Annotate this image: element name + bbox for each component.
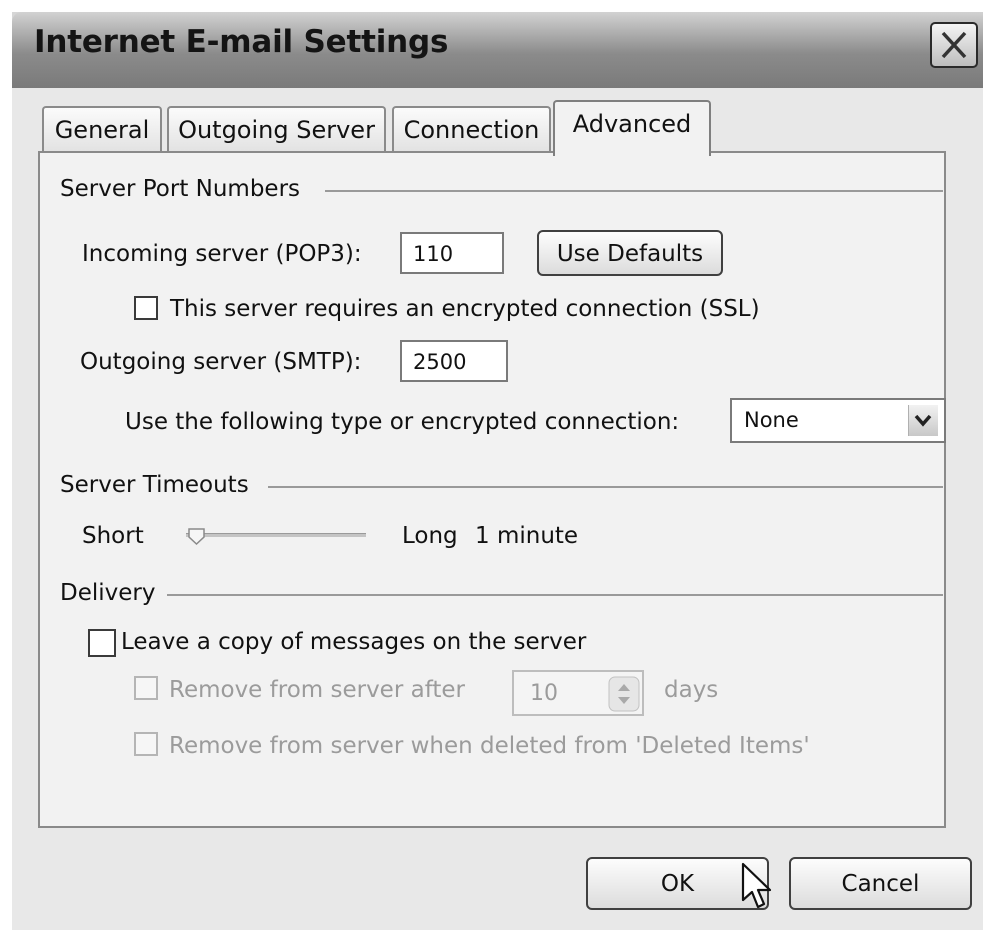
tab-outgoing-server[interactable]: Outgoing Server bbox=[167, 106, 386, 152]
section-divider bbox=[167, 594, 943, 596]
remove-after-days-spinner[interactable]: 10 bbox=[512, 670, 644, 716]
dropdown-button[interactable] bbox=[908, 405, 938, 436]
cancel-button[interactable]: Cancel bbox=[789, 857, 972, 910]
tab-label: Connection bbox=[403, 116, 540, 144]
use-defaults-button[interactable]: Use Defaults bbox=[537, 230, 723, 276]
incoming-port-input[interactable]: 110 bbox=[400, 232, 504, 274]
incoming-server-label: Incoming server (POP3): bbox=[82, 241, 362, 267]
outgoing-port-input[interactable]: 2500 bbox=[400, 340, 508, 382]
encryption-type-label: Use the following type or encrypted conn… bbox=[125, 409, 680, 435]
section-heading-timeouts: Server Timeouts bbox=[60, 472, 249, 498]
window-title: Internet E-mail Settings bbox=[34, 24, 449, 60]
timeout-short-label: Short bbox=[82, 523, 144, 549]
spinner-arrows-icon[interactable] bbox=[608, 676, 640, 712]
section-heading-delivery: Delivery bbox=[60, 580, 156, 606]
tab-connection[interactable]: Connection bbox=[392, 106, 551, 152]
tab-advanced[interactable]: Advanced bbox=[553, 100, 711, 156]
tab-label: General bbox=[54, 116, 150, 144]
remove-after-label: Remove from server after bbox=[169, 677, 466, 703]
leave-copy-label: Leave a copy of messages on the server bbox=[121, 629, 587, 655]
timeout-slider-thumb[interactable] bbox=[187, 526, 209, 548]
chevron-down-icon bbox=[914, 414, 932, 427]
encryption-type-select[interactable]: None bbox=[730, 398, 946, 443]
section-divider bbox=[325, 190, 943, 192]
remove-deleted-label: Remove from server when deleted from 'De… bbox=[169, 733, 810, 759]
close-button[interactable] bbox=[930, 22, 978, 68]
window-frame-left bbox=[0, 0, 12, 930]
close-icon bbox=[941, 31, 967, 59]
leave-copy-checkbox[interactable] bbox=[88, 629, 116, 657]
encryption-type-value: None bbox=[744, 408, 799, 432]
section-divider bbox=[268, 486, 943, 488]
section-heading-server-ports: Server Port Numbers bbox=[60, 176, 301, 202]
window-frame-top bbox=[0, 0, 983, 12]
tab-general[interactable]: General bbox=[42, 106, 162, 152]
outgoing-server-label: Outgoing server (SMTP): bbox=[80, 349, 362, 375]
ssl-label: This server requires an encrypted connec… bbox=[170, 296, 760, 322]
mouse-pointer-icon bbox=[741, 862, 772, 909]
timeout-slider-track[interactable] bbox=[186, 533, 366, 537]
days-label: days bbox=[664, 677, 719, 703]
ssl-checkbox[interactable] bbox=[134, 296, 158, 320]
remove-deleted-checkbox[interactable] bbox=[134, 732, 158, 756]
tab-label: Advanced bbox=[572, 110, 692, 138]
tab-label: Outgoing Server bbox=[178, 116, 375, 144]
timeout-long-label: Long bbox=[402, 523, 458, 549]
remove-after-days-value: 10 bbox=[530, 681, 558, 706]
remove-after-checkbox[interactable] bbox=[134, 676, 158, 700]
timeout-value-label: 1 minute bbox=[475, 523, 579, 549]
